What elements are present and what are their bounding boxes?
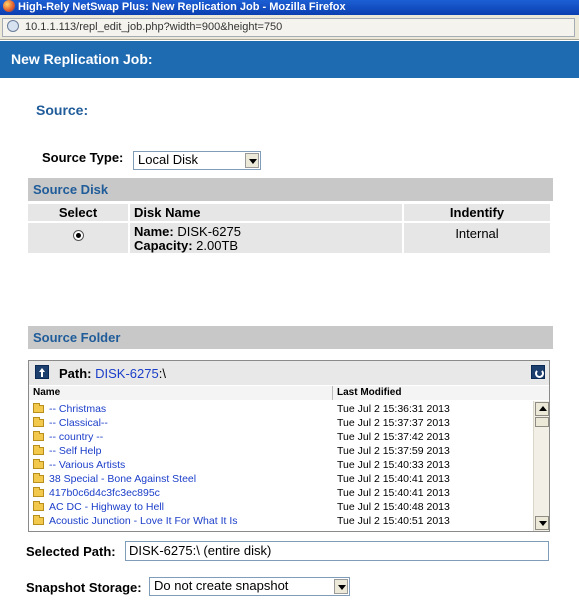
- folder-browser: Path: DISK-6275:\ Name Last Modified -- …: [28, 360, 550, 532]
- url-text: 10.1.1.113/repl_edit_job.php?width=900&h…: [25, 21, 283, 33]
- disk-select-radio[interactable]: [72, 230, 84, 241]
- source-type-select[interactable]: Local Disk: [133, 151, 261, 170]
- list-item[interactable]: Acoustic Junction - Love It For What It …: [29, 514, 533, 528]
- col-last-modified[interactable]: Last Modified: [337, 386, 401, 400]
- firefox-icon: [3, 0, 15, 12]
- file-name[interactable]: -- country --: [49, 430, 103, 444]
- file-name[interactable]: 38 Special - Bone Against Steel: [49, 472, 196, 486]
- file-modified: Tue Jul 2 15:36:31 2013: [337, 403, 450, 415]
- file-modified: Tue Jul 2 15:37:37 2013: [337, 417, 450, 429]
- file-modified: Tue Jul 2 15:40:33 2013: [337, 459, 450, 471]
- source-heading: Source:: [36, 102, 89, 118]
- source-disk-table: Select Disk Name Indentify Name: DISK-62…: [28, 204, 550, 253]
- file-name[interactable]: 417b0c6d4c3fc3ec895c: [49, 486, 160, 500]
- selected-path-label: Selected Path:: [26, 544, 116, 559]
- path-display: Path: DISK-6275:\: [59, 366, 166, 381]
- source-type-value: Local Disk: [138, 152, 198, 167]
- folder-up-icon[interactable]: [35, 365, 49, 379]
- disk-capacity-value: 2.00TB: [196, 238, 239, 253]
- path-label: Path:: [59, 366, 92, 381]
- refresh-icon[interactable]: [531, 365, 545, 379]
- folder-icon: [33, 459, 44, 469]
- file-list: -- Christmas Tue Jul 2 15:36:31 2013 -- C…: [29, 402, 533, 528]
- window-titlebar: High-Rely NetSwap Plus: New Replication …: [0, 0, 579, 15]
- col-select: Select: [28, 204, 128, 221]
- disk-capacity-label: Capacity:: [134, 238, 193, 253]
- file-name[interactable]: -- Various Artists: [49, 458, 125, 472]
- disk-select-cell: [28, 223, 128, 253]
- address-bar[interactable]: 10.1.1.113/repl_edit_job.php?width=900&h…: [2, 18, 575, 37]
- snapshot-storage-select[interactable]: Do not create snapshot: [149, 577, 350, 596]
- list-item[interactable]: -- Self Help Tue Jul 2 15:37:59 2013: [29, 444, 533, 458]
- folder-icon: [33, 515, 44, 525]
- list-item[interactable]: -- Classical-- Tue Jul 2 15:37:37 2013: [29, 416, 533, 430]
- folder-icon: [33, 501, 44, 511]
- list-item[interactable]: AC DC - Highway to Hell Tue Jul 2 15:40:4…: [29, 500, 533, 514]
- col-identify: Indentify: [404, 204, 550, 221]
- list-item[interactable]: -- Various Artists Tue Jul 2 15:40:33 201…: [29, 458, 533, 472]
- folder-icon: [33, 431, 44, 441]
- list-item[interactable]: 417b0c6d4c3fc3ec895c Tue Jul 2 15:40:41 2…: [29, 486, 533, 500]
- file-name[interactable]: -- Christmas: [49, 402, 106, 416]
- chevron-down-icon[interactable]: [334, 579, 348, 594]
- selected-path-field[interactable]: DISK-6275:\ (entire disk): [125, 541, 549, 561]
- scroll-up-icon[interactable]: [535, 402, 549, 416]
- snapshot-storage-label: Snapshot Storage:: [26, 580, 142, 595]
- source-type-label: Source Type:: [42, 150, 124, 165]
- list-item[interactable]: 38 Special - Bone Against Steel Tue Jul 2…: [29, 472, 533, 486]
- scroll-thumb[interactable]: [535, 417, 549, 427]
- folder-icon: [33, 445, 44, 455]
- file-name[interactable]: Acoustic Junction - Love It For What It …: [49, 514, 238, 528]
- snapshot-storage-value: Do not create snapshot: [154, 578, 289, 593]
- file-name[interactable]: AC DC - Highway to Hell: [49, 500, 164, 514]
- folder-icon: [33, 487, 44, 497]
- disk-name-label: Name:: [134, 224, 174, 239]
- path-suffix: :\: [158, 366, 166, 381]
- file-modified: Tue Jul 2 15:40:41 2013: [337, 473, 450, 485]
- file-modified: Tue Jul 2 15:37:59 2013: [337, 445, 450, 457]
- path-link[interactable]: DISK-6275: [95, 366, 159, 381]
- file-modified: Tue Jul 2 15:40:48 2013: [337, 501, 450, 513]
- address-bar-area: 10.1.1.113/repl_edit_job.php?width=900&h…: [0, 15, 579, 40]
- file-modified: Tue Jul 2 15:40:51 2013: [337, 515, 450, 527]
- file-list-header: Name Last Modified: [29, 386, 549, 400]
- file-modified: Tue Jul 2 15:37:42 2013: [337, 431, 450, 443]
- file-name[interactable]: -- Classical--: [49, 416, 108, 430]
- list-item[interactable]: -- Christmas Tue Jul 2 15:36:31 2013: [29, 402, 533, 416]
- disk-identify-cell: Internal: [404, 223, 550, 253]
- file-name[interactable]: -- Self Help: [49, 444, 102, 458]
- list-item[interactable]: -- country -- Tue Jul 2 15:37:42 2013: [29, 430, 533, 444]
- path-bar: Path: DISK-6275:\: [29, 361, 549, 385]
- col-disk-name: Disk Name: [130, 204, 402, 221]
- file-modified: Tue Jul 2 15:40:41 2013: [337, 487, 450, 499]
- source-disk-section-title: Source Disk: [28, 178, 553, 201]
- source-folder-section-title: Source Folder: [28, 326, 553, 349]
- disk-table-header: Select Disk Name Indentify: [28, 204, 550, 221]
- folder-icon: [33, 417, 44, 427]
- scroll-down-icon[interactable]: [535, 516, 549, 530]
- disk-row[interactable]: Name: DISK-6275 Capacity: 2.00TB Interna…: [28, 223, 550, 253]
- column-separator: [332, 386, 333, 400]
- globe-icon: [7, 20, 19, 32]
- chevron-down-icon[interactable]: [245, 153, 259, 168]
- folder-icon: [33, 403, 44, 413]
- window-title: High-Rely NetSwap Plus: New Replication …: [18, 1, 346, 13]
- col-name[interactable]: Name: [33, 386, 60, 400]
- file-list-scrollbar[interactable]: [533, 401, 549, 531]
- disk-name-value: DISK-6275: [177, 224, 241, 239]
- disk-name-cell: Name: DISK-6275 Capacity: 2.00TB: [130, 223, 402, 253]
- page-title: New Replication Job:: [0, 41, 579, 78]
- folder-icon: [33, 473, 44, 483]
